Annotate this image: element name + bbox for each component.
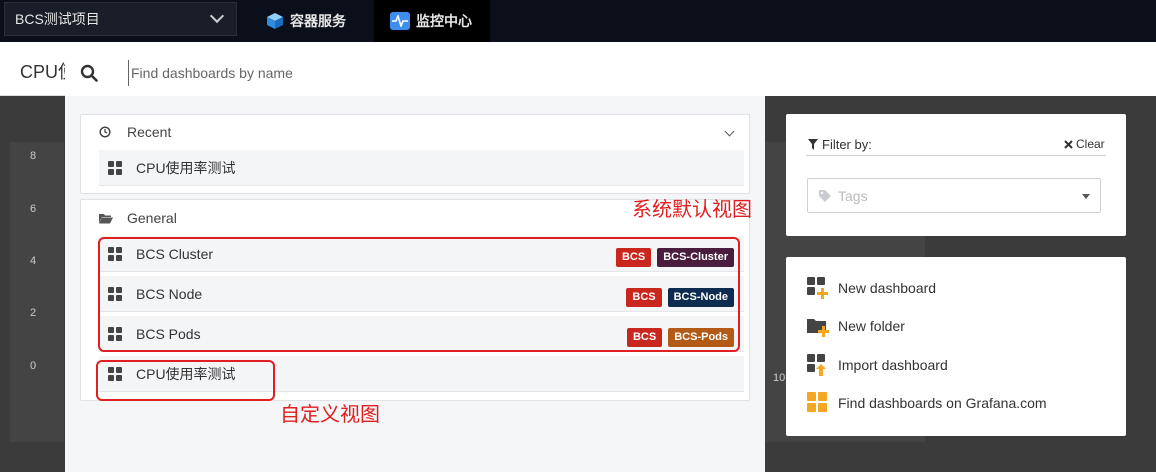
tab-container-service[interactable]: 容器服务 xyxy=(250,0,362,42)
import-dashboard-icon xyxy=(807,354,826,376)
action-label: Find dashboards on Grafana.com xyxy=(838,395,1047,411)
tag-icon xyxy=(819,189,831,202)
folder-open-icon xyxy=(99,213,113,224)
search-icon xyxy=(80,64,98,82)
tags-select[interactable]: Tags xyxy=(807,178,1101,213)
filter-icon xyxy=(808,139,818,150)
clock-icon xyxy=(99,126,113,138)
action-label: New folder xyxy=(838,318,905,334)
page-title: CPU使用率测试 xyxy=(20,62,65,82)
filter-label: Filter by: xyxy=(808,137,872,152)
y-tick: 6 xyxy=(30,203,37,215)
import-dashboard-link[interactable]: Import dashboard xyxy=(806,353,948,377)
y-tick: 0 xyxy=(30,360,37,372)
dashboard-grid-icon xyxy=(108,160,122,175)
action-label: Import dashboard xyxy=(838,357,948,373)
chart-panel-left xyxy=(10,142,64,442)
close-icon xyxy=(1064,139,1073,149)
caret-down-icon xyxy=(1082,194,1090,199)
tab-monitor-center[interactable]: 监控中心 xyxy=(374,0,490,42)
chevron-down-icon xyxy=(209,8,225,24)
section-label: General xyxy=(127,210,177,226)
recent-section-header[interactable]: Recent xyxy=(99,122,171,142)
y-tick: 4 xyxy=(30,255,37,267)
filter-label-text: Filter by: xyxy=(822,137,872,152)
action-label: New dashboard xyxy=(838,280,937,296)
new-folder-link[interactable]: New folder xyxy=(806,314,905,338)
y-tick: 8 xyxy=(30,150,37,162)
annotation-custom: 自定义视图 xyxy=(280,402,380,426)
section-label: Recent xyxy=(127,124,172,140)
new-dashboard-link[interactable]: New dashboard xyxy=(806,276,936,300)
cube-icon xyxy=(267,13,283,29)
new-dashboard-icon xyxy=(807,277,828,299)
clear-button[interactable]: Clear xyxy=(1064,137,1105,151)
search-input[interactable] xyxy=(128,60,728,86)
annotation-system-default: 系统默认视图 xyxy=(632,197,752,221)
general-section-header[interactable]: General xyxy=(99,208,177,228)
pulse-icon xyxy=(390,12,410,30)
chevron-down-icon[interactable] xyxy=(724,126,735,137)
filter-panel xyxy=(786,114,1126,236)
list-item[interactable]: CPU使用率测试 xyxy=(99,150,744,186)
annotation-box-system xyxy=(98,237,740,352)
tags-placeholder: Tags xyxy=(838,187,868,204)
y-tick: 2 xyxy=(30,307,37,319)
clear-label: Clear xyxy=(1076,137,1105,151)
tab-label: 容器服务 xyxy=(290,13,346,29)
annotation-box-custom xyxy=(96,360,275,401)
grafana-com-icon xyxy=(807,392,827,412)
tab-label: 监控中心 xyxy=(416,13,472,29)
project-select-label: BCS测试项目 xyxy=(15,11,100,27)
grafana-com-link[interactable]: Find dashboards on Grafana.com xyxy=(806,391,1047,415)
project-select[interactable]: BCS测试项目 xyxy=(4,2,237,36)
x-tick: 10 xyxy=(773,372,786,384)
divider xyxy=(806,155,1106,156)
new-folder-icon xyxy=(807,319,829,337)
dashboard-title: CPU使用率测试 xyxy=(136,159,236,176)
